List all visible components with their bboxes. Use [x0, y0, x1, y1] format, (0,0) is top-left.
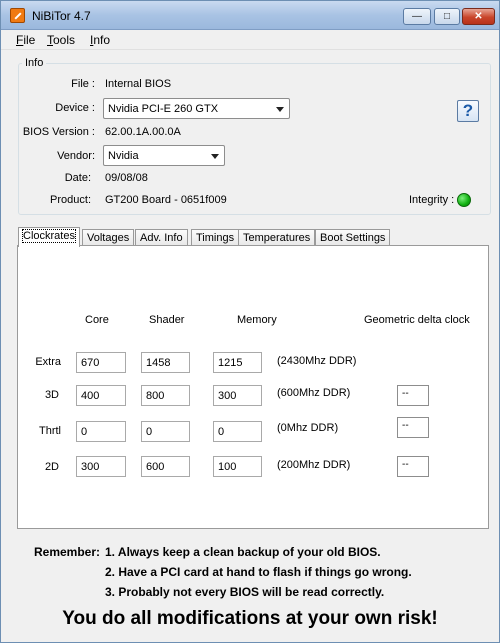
row-3d-label: 3D	[44, 389, 59, 401]
3d-memory-input[interactable]: 300	[213, 385, 262, 406]
2d-delta-select[interactable]: --	[397, 456, 429, 477]
chevron-down-icon	[211, 154, 219, 159]
thrtl-ddr-label: (0Mhz DDR)	[277, 422, 339, 434]
risk-warning: You do all modifications at your own ris…	[62, 608, 438, 629]
vendor-select-value: Nvidia	[108, 150, 139, 162]
menu-info[interactable]: Info	[87, 32, 113, 48]
file-value: Internal BIOS	[105, 78, 172, 90]
help-icon[interactable]: ?	[457, 100, 479, 122]
maximize-button[interactable]: □	[434, 8, 460, 25]
extra-memory-input[interactable]: 1215	[213, 352, 262, 373]
thrtl-core-input[interactable]: 0	[76, 421, 126, 442]
row-extra-label: Extra	[35, 356, 61, 368]
tab-temperatures-label: Temperatures	[243, 232, 311, 244]
2d-shader-input[interactable]: 600	[141, 456, 190, 477]
remember-item-2: 2. Have a PCI card at hand to flash if t…	[105, 565, 412, 579]
info-group-title: Info	[22, 57, 47, 69]
device-select-value: Nvidia PCI-E 260 GTX	[108, 103, 219, 115]
product-label: Product:	[50, 194, 91, 206]
vendor-select[interactable]: Nvidia	[103, 145, 225, 166]
shader-header: Shader	[149, 314, 185, 326]
date-label: Date:	[64, 172, 91, 184]
thrtl-delta-select[interactable]: --	[397, 417, 429, 438]
2d-ddr-label: (200Mhz DDR)	[277, 459, 351, 471]
memory-header: Memory	[237, 314, 277, 326]
bios-version-value: 62.00.1A.00.0A	[105, 126, 181, 138]
bios-version-label: BIOS Version :	[22, 126, 95, 138]
menu-file-label: ile	[23, 33, 36, 47]
file-label: File :	[71, 78, 95, 90]
tab-adv-info-label: Adv. Info	[140, 232, 183, 244]
close-button[interactable]: ✕	[462, 8, 495, 25]
3d-core-input[interactable]: 400	[76, 385, 126, 406]
remember-item-1: 1. Always keep a clean backup of your ol…	[105, 545, 381, 559]
remember-label: Remember:	[34, 545, 101, 559]
thrtl-shader-input[interactable]: 0	[141, 421, 190, 442]
chevron-down-icon	[276, 107, 284, 112]
vendor-label: Vendor:	[57, 150, 95, 162]
tab-voltages-label: Voltages	[87, 232, 130, 244]
tab-timings-label: Timings	[196, 232, 235, 244]
integrity-status-icon	[457, 193, 471, 207]
menu-file[interactable]: File	[13, 32, 38, 48]
menu-tools-label: ools	[53, 33, 76, 47]
menu-tools[interactable]: Tools	[44, 32, 78, 48]
tab-clockrates[interactable]: Clockrates	[18, 227, 80, 247]
date-value: 09/08/08	[105, 172, 148, 184]
window-title: NiBiTor 4.7	[32, 9, 91, 23]
device-label: Device :	[55, 102, 95, 114]
thrtl-memory-input[interactable]: 0	[213, 421, 262, 442]
tab-clockrates-label: Clockrates	[22, 229, 76, 243]
extra-core-input[interactable]: 670	[76, 352, 126, 373]
device-select[interactable]: Nvidia PCI-E 260 GTX	[103, 98, 290, 119]
app-icon[interactable]	[10, 8, 25, 23]
3d-ddr-label: (600Mhz DDR)	[277, 387, 351, 399]
2d-memory-input[interactable]: 100	[213, 456, 262, 477]
row-2d-label: 2D	[44, 461, 59, 473]
product-value: GT200 Board - 0651f009	[105, 194, 227, 206]
remember-item-3: 3. Probably not every BIOS will be read …	[105, 585, 385, 599]
geometric-delta-header: Geometric delta clock	[364, 314, 470, 326]
3d-shader-input[interactable]: 800	[141, 385, 190, 406]
extra-ddr-label: (2430Mhz DDR)	[277, 355, 357, 367]
tab-boot-settings-label: Boot Settings	[320, 232, 386, 244]
minimize-button[interactable]: —	[403, 8, 431, 25]
title-bar[interactable]: NiBiTor 4.7 — □ ✕	[1, 1, 499, 30]
menu-bar: File Tools Info	[1, 30, 499, 50]
core-header: Core	[85, 314, 109, 326]
main-window: NiBiTor 4.7 — □ ✕ File Tools Info Info F…	[0, 0, 500, 643]
row-thrtl-label: Thrtl	[39, 425, 61, 437]
menu-info-label: nfo	[93, 33, 111, 47]
3d-delta-select[interactable]: --	[397, 385, 429, 406]
integrity-label: Integrity :	[409, 194, 455, 206]
2d-core-input[interactable]: 300	[76, 456, 126, 477]
extra-shader-input[interactable]: 1458	[141, 352, 190, 373]
